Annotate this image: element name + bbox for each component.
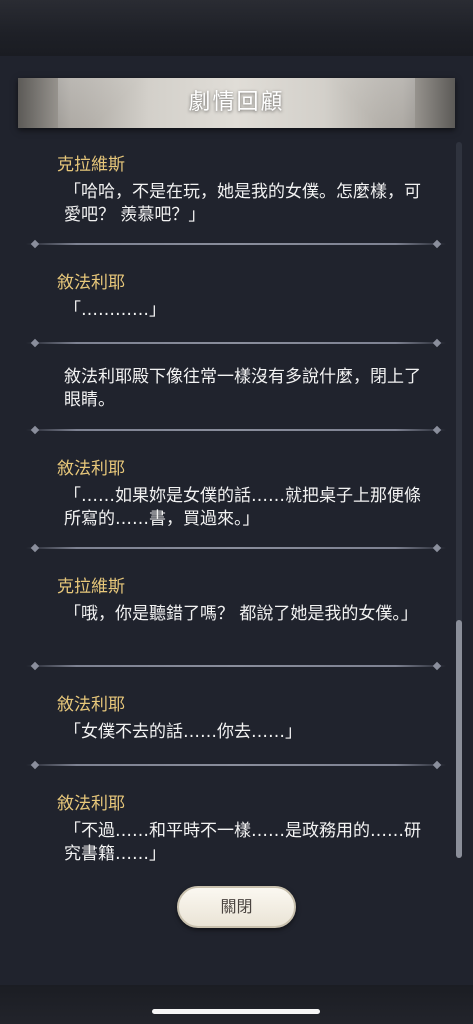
backlog-title: 劇情回顧 <box>188 90 285 115</box>
scrollbar-track[interactable] <box>456 142 462 858</box>
entry-divider <box>26 665 446 667</box>
entry-divider <box>26 547 446 549</box>
dialogue-text: 「哦，你是聽錯了嗎？ 都說了她是我的女僕。」 <box>64 604 418 624</box>
speaker-name: 敘法利耶 <box>57 794 125 814</box>
dialogue-text: 「不過……和平時不一樣……是政務用的……研究書籍……」 <box>64 821 421 864</box>
close-button[interactable]: 關閉 <box>177 886 296 928</box>
speaker-name: 敘法利耶 <box>57 459 125 479</box>
speaker-name: 敘法利耶 <box>57 273 125 293</box>
background-top <box>0 0 473 56</box>
dialogue-text: 「…………」 <box>64 300 166 320</box>
dialogue-text: 「女僕不去的話……你去……」 <box>64 722 302 742</box>
dialogue-text: 「……如果妳是女僕的話……就把桌子上那便條所寫的……書，買過來。」 <box>64 486 421 529</box>
speaker-name: 敘法利耶 <box>57 695 125 715</box>
entry-divider <box>26 243 446 245</box>
scrollbar-thumb[interactable] <box>456 620 462 858</box>
close-button-label: 關閉 <box>220 897 253 916</box>
entry-divider <box>26 342 446 344</box>
speaker-name: 克拉維斯 <box>57 577 125 597</box>
dialogue-text: 「哈哈，不是在玩，她是我的女僕。怎麼樣，可愛吧？ 羨慕吧？」 <box>64 182 421 225</box>
entry-divider <box>26 764 446 766</box>
backlog-header: 劇情回顧 <box>18 78 455 128</box>
entry-divider <box>26 429 446 431</box>
home-indicator[interactable] <box>152 1009 320 1014</box>
speaker-name: 克拉維斯 <box>57 155 125 175</box>
background-bottom <box>0 985 473 1024</box>
narration-text: 敘法利耶殿下像往常一樣沒有多說什麼，閉上了眼睛。 <box>64 367 421 410</box>
